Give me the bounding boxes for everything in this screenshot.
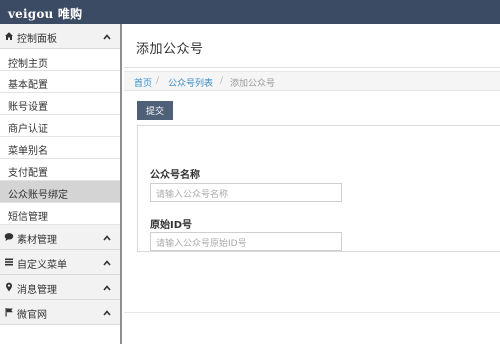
sidebar-item-basic-config[interactable]: 基本配置 <box>0 71 120 93</box>
footer-divider <box>124 312 500 313</box>
flag-icon <box>4 307 14 317</box>
sidebar-section-label: 微官网 <box>17 310 47 321</box>
sidebar-item-control-home[interactable]: 控制主页 <box>0 49 120 71</box>
comment-icon <box>4 232 14 242</box>
chevron-up-icon[interactable] <box>103 32 111 43</box>
sidebar-item-label: 公众账号绑定 <box>8 190 68 201</box>
top-navbar: veigou 唯购 <box>0 0 500 24</box>
original-id-label: 原始ID号 <box>150 220 193 231</box>
sidebar-item-label: 支付配置 <box>8 168 48 179</box>
chevron-up-icon[interactable] <box>103 283 111 294</box>
breadcrumb-list-link[interactable]: 公众号列表 <box>168 76 213 89</box>
sidebar-section-control-panel[interactable]: 控制面板 <box>0 24 120 49</box>
chevron-up-icon[interactable] <box>103 258 111 269</box>
brand-logo[interactable]: veigou 唯购 <box>8 5 82 22</box>
home-icon <box>4 31 14 41</box>
account-name-label: 公众号名称 <box>150 170 200 181</box>
sidebar-item-menu-alias[interactable]: 菜单别名 <box>0 137 120 159</box>
sidebar-section-message[interactable]: 消息管理 <box>0 275 120 300</box>
title-divider <box>124 67 500 68</box>
sidebar: 控制面板 控制主页 基本配置 账号设置 商户认证 菜单别名 支付配置 公众账号绑… <box>0 24 122 344</box>
breadcrumb-current: 添加公众号 <box>230 79 276 89</box>
sidebar-item-label: 账号设置 <box>8 102 48 113</box>
account-name-placeholder: 请输入公众号名称 <box>156 190 229 200</box>
sidebar-section-label: 素材管理 <box>17 235 57 246</box>
main-content: 添加公众号 首页 / 公众号列表 / 添加公众号 提交 公众号名称 请输入公众号… <box>124 24 500 344</box>
sidebar-section-label: 控制面板 <box>17 34 57 45</box>
page-title: 添加公众号 <box>136 42 204 57</box>
submit-button[interactable]: 提交 <box>137 101 173 120</box>
sidebar-item-sms-management[interactable]: 短信管理 <box>0 203 120 225</box>
list-icon <box>4 257 14 267</box>
sidebar-item-payment-config[interactable]: 支付配置 <box>0 159 120 181</box>
sidebar-item-public-account-binding[interactable]: 公众账号绑定 <box>0 181 120 203</box>
sidebar-item-merchant-verify[interactable]: 商户认证 <box>0 115 120 137</box>
account-name-input[interactable]: 请输入公众号名称 <box>150 183 342 202</box>
sidebar-item-label: 控制主页 <box>8 59 48 70</box>
original-id-placeholder: 请输入公众号原始ID号 <box>156 239 247 249</box>
sidebar-item-label: 商户认证 <box>8 124 48 135</box>
breadcrumb: 首页 / 公众号列表 / 添加公众号 <box>124 71 500 91</box>
sidebar-item-label: 短信管理 <box>8 212 48 223</box>
form-panel: 公众号名称 请输入公众号名称 原始ID号 请输入公众号原始ID号 <box>137 125 500 252</box>
sidebar-item-label: 菜单别名 <box>8 146 48 157</box>
breadcrumb-separator: / <box>156 76 160 86</box>
map-marker-icon <box>4 282 14 292</box>
sidebar-item-account-settings[interactable]: 账号设置 <box>0 93 120 115</box>
sidebar-item-label: 基本配置 <box>8 80 48 91</box>
breadcrumb-separator: / <box>220 76 224 86</box>
sidebar-section-material[interactable]: 素材管理 <box>0 225 120 250</box>
sidebar-section-label: 自定义菜单 <box>17 260 67 271</box>
sidebar-section-custom-menu[interactable]: 自定义菜单 <box>0 250 120 275</box>
chevron-up-icon[interactable] <box>103 233 111 244</box>
sidebar-section-label: 消息管理 <box>17 285 57 296</box>
breadcrumb-home-link[interactable]: 首页 <box>134 76 152 89</box>
original-id-input[interactable]: 请输入公众号原始ID号 <box>150 232 342 251</box>
sidebar-section-micro-site[interactable]: 微官网 <box>0 300 120 325</box>
chevron-up-icon[interactable] <box>103 308 111 319</box>
